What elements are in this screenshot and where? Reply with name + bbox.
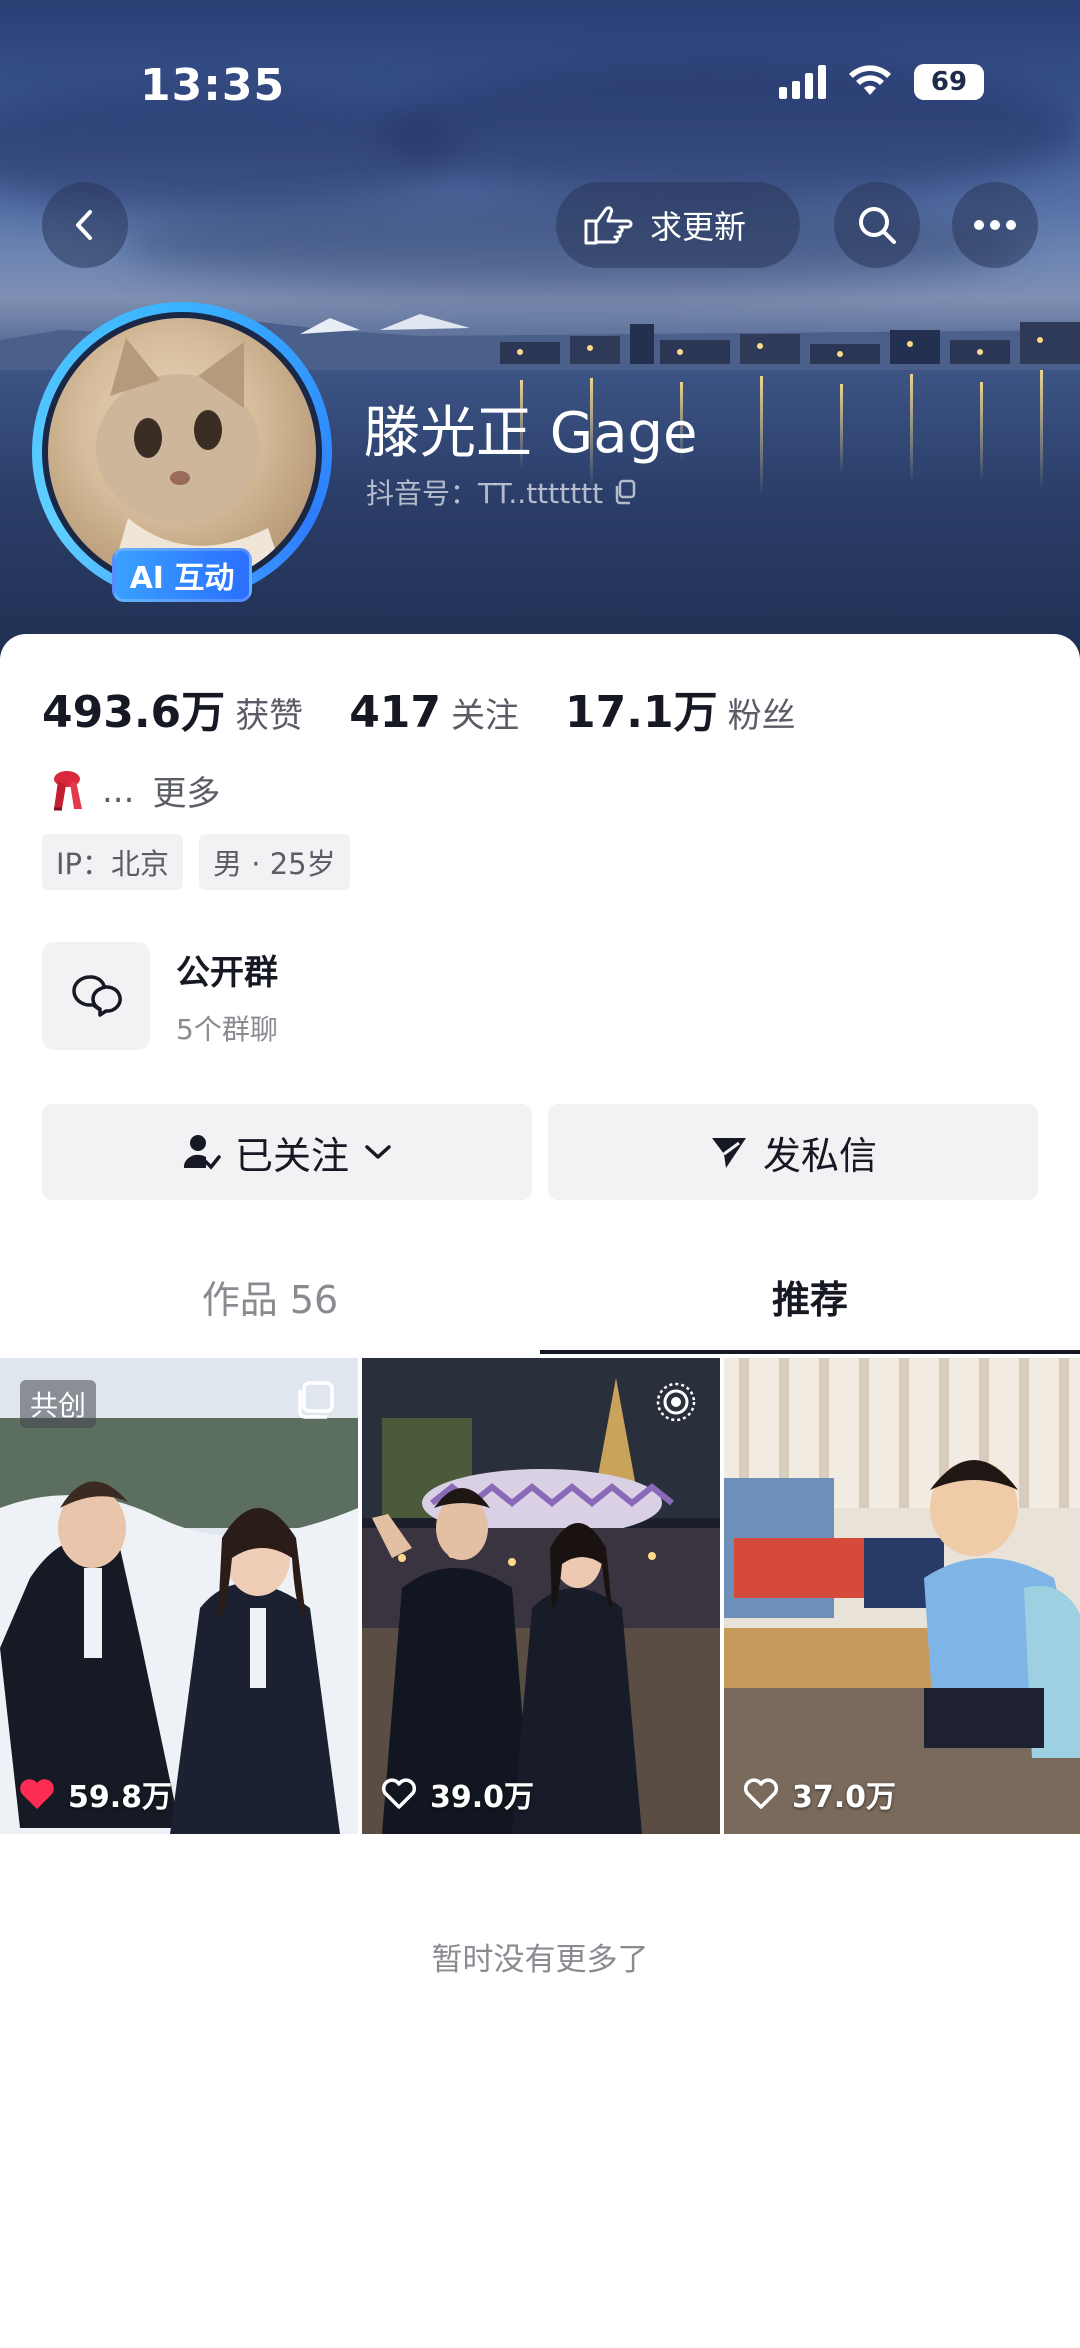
search-button[interactable] xyxy=(834,182,920,268)
more-button[interactable] xyxy=(952,182,1038,268)
video-likes: 59.8万 xyxy=(18,1772,172,1816)
group-title: 公开群 xyxy=(176,952,278,993)
status-time: 13:35 xyxy=(140,60,286,111)
cellular-signal-icon xyxy=(779,65,826,99)
likes-count: 493.6万 xyxy=(42,687,226,738)
wifi-icon xyxy=(849,65,891,95)
chevron-down-icon xyxy=(365,1145,391,1159)
video-grid: 共创 59.8万 39.0万 37.0万 xyxy=(0,1358,1080,1834)
ai-interact-badge[interactable]: AI 互动 xyxy=(112,548,252,602)
tab-works[interactable]: 作品 56 xyxy=(0,1238,540,1354)
send-message-button[interactable]: 发私信 xyxy=(548,1104,1038,1200)
group-chat-icon xyxy=(42,942,150,1050)
douyin-id[interactable]: 抖音号：TT..ttttttt xyxy=(366,472,637,512)
content-tabs: 作品 56 推荐 xyxy=(0,1238,1080,1354)
heart-outline-icon xyxy=(743,1778,779,1809)
video-tile[interactable]: 37.0万 xyxy=(724,1358,1080,1834)
video-tile[interactable]: 39.0万 xyxy=(362,1358,720,1834)
scarf-emoji-icon xyxy=(54,770,82,810)
likes-count: 59.8万 xyxy=(68,1780,173,1815)
bio-ellipsis: ... xyxy=(102,770,135,811)
user-check-icon xyxy=(183,1135,221,1170)
likes-count: 39.0万 xyxy=(430,1780,535,1815)
cat-face-icon xyxy=(96,338,288,586)
video-tile[interactable]: 共创 59.8万 xyxy=(0,1358,358,1834)
chevron-left-icon xyxy=(76,210,92,240)
video-thumbnail xyxy=(0,1358,358,1834)
video-likes: 37.0万 xyxy=(742,1772,896,1816)
more-dots-icon xyxy=(974,220,1016,230)
back-button[interactable] xyxy=(42,182,128,268)
heart-filled-icon xyxy=(20,1779,54,1809)
bio[interactable]: ... 更多 xyxy=(50,766,220,815)
request-update-button[interactable]: 求更新 xyxy=(556,182,800,268)
display-name: 滕光正 Gage xyxy=(364,401,698,466)
send-message-label: 发私信 xyxy=(762,1133,877,1178)
bio-more-link[interactable]: 更多 xyxy=(152,766,220,815)
pointing-hand-icon xyxy=(584,206,633,245)
heart-outline-icon xyxy=(381,1778,417,1809)
video-thumbnail xyxy=(362,1358,720,1834)
request-update-label: 求更新 xyxy=(650,208,747,246)
group-subtitle: 5个群聊 xyxy=(176,1012,278,1046)
video-thumbnail xyxy=(724,1358,1080,1834)
search-icon xyxy=(859,207,896,244)
send-plane-icon xyxy=(711,1138,746,1168)
public-group-entry[interactable]: 公开群 5个群聊 xyxy=(42,942,278,1050)
ip-location-tag: IP：北京 xyxy=(42,834,184,890)
cat-avatar-image xyxy=(48,318,316,586)
gender-age-tag: 男 · 25岁 xyxy=(199,834,350,890)
no-more-content-text: 暂时没有更多了 xyxy=(431,1942,649,1978)
profile-sheet: 493.6万 获赞 417 关注 17.1万 粉丝 ... 更多 IP：北京 男… xyxy=(0,634,1080,2348)
status-icons: 69 xyxy=(779,64,984,100)
followers-count[interactable]: 17.1万 xyxy=(565,676,718,740)
profile-tags: IP：北京 男 · 25岁 xyxy=(42,834,350,890)
likes-label: 获赞 xyxy=(235,696,304,736)
battery-indicator: 69 xyxy=(914,64,984,100)
copy-icon[interactable] xyxy=(613,479,637,505)
following-label[interactable]: 关注 xyxy=(451,688,519,737)
following-button[interactable]: 已关注 xyxy=(42,1104,532,1200)
tab-recommend[interactable]: 推荐 xyxy=(540,1238,1080,1354)
likes-count: 37.0万 xyxy=(792,1780,897,1815)
following-count[interactable]: 417 xyxy=(349,687,441,738)
live-photo-icon xyxy=(656,1382,696,1422)
tab-active-indicator xyxy=(540,1350,1080,1354)
multi-image-icon xyxy=(298,1381,334,1419)
video-likes: 39.0万 xyxy=(380,1772,534,1816)
co-create-badge: 共创 xyxy=(20,1380,97,1428)
douyin-id-text: 抖音号：TT..ttttttt xyxy=(366,477,604,510)
profile-stats: 493.6万 获赞 417 关注 17.1万 粉丝 xyxy=(42,676,842,740)
following-label-button: 已关注 xyxy=(234,1133,349,1178)
followers-label[interactable]: 粉丝 xyxy=(728,688,796,737)
